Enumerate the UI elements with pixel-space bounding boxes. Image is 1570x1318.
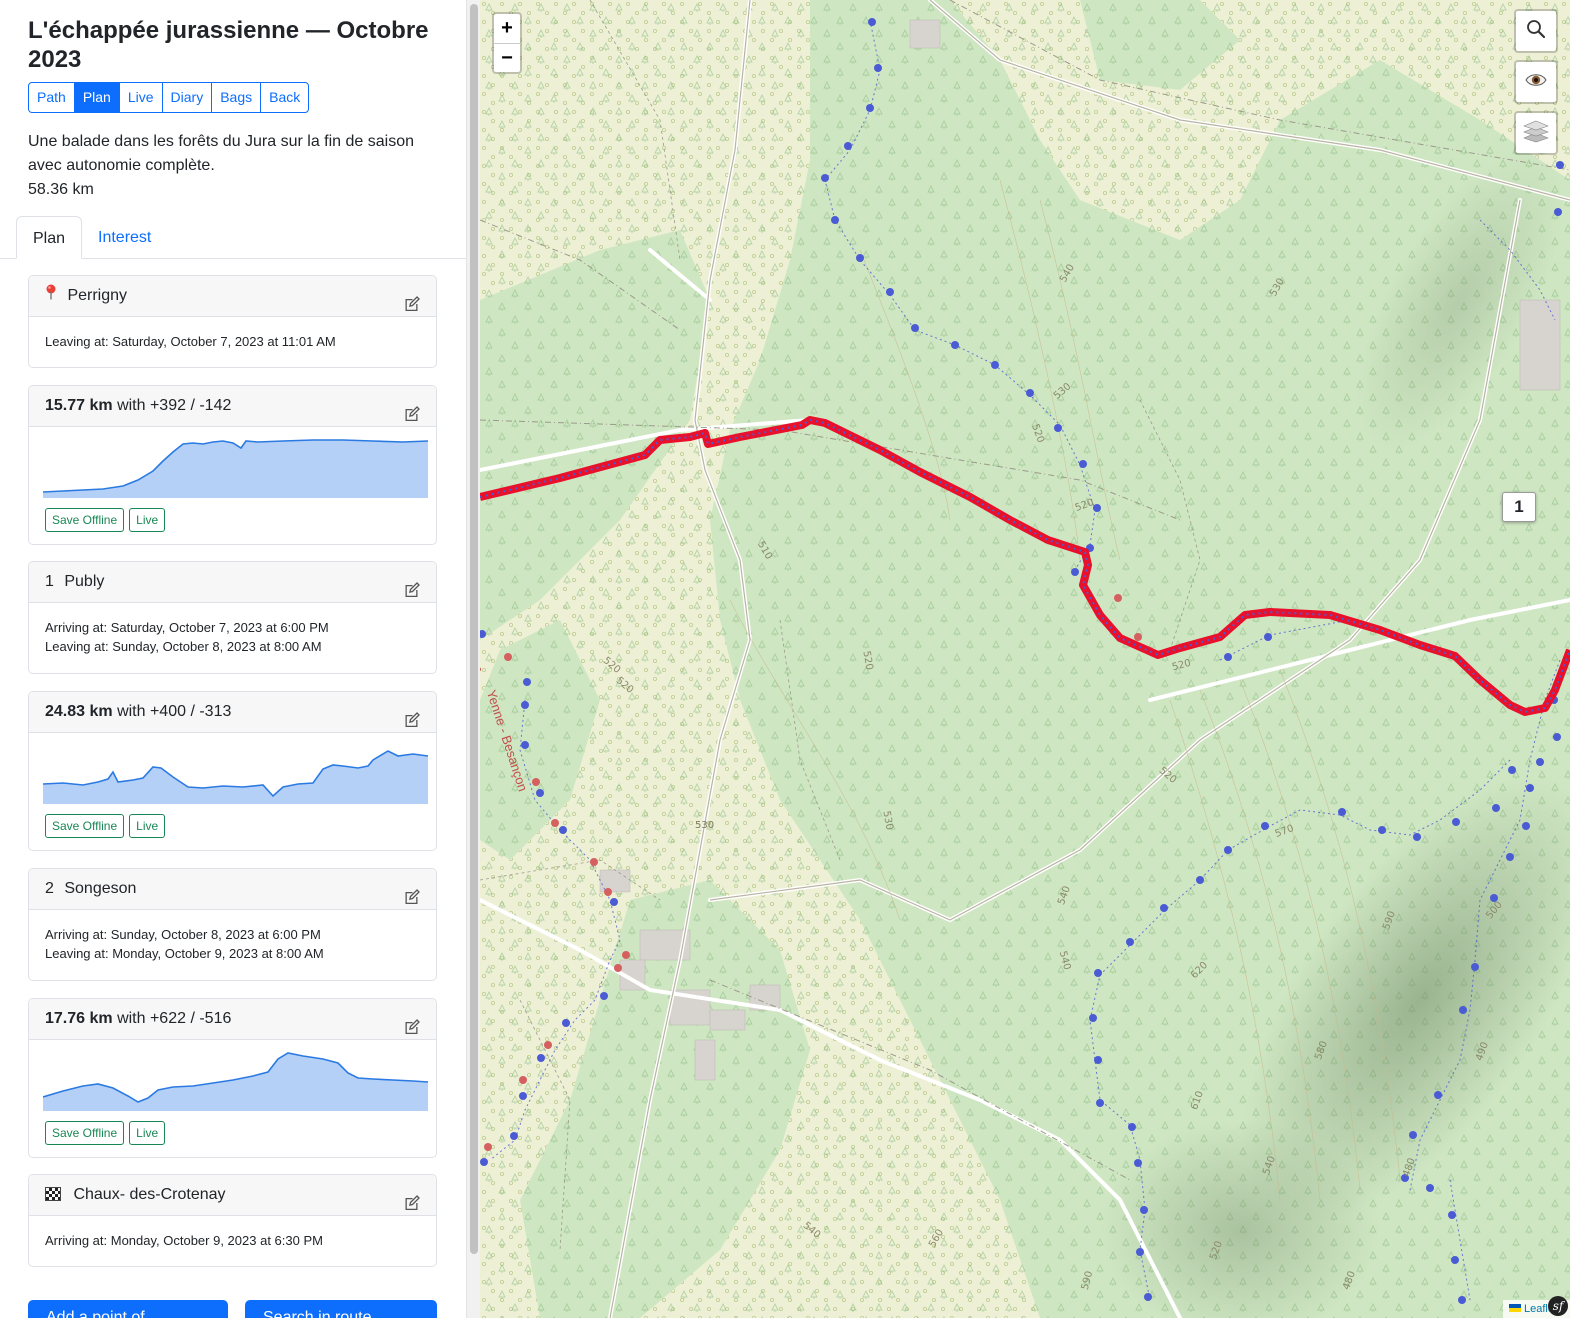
finish-name: Chaux- des-Crotenay: [73, 1186, 226, 1203]
scrollbar-thumb[interactable]: [470, 4, 478, 1254]
edit-icon[interactable]: [404, 574, 420, 597]
tab-interest[interactable]: Interest: [82, 216, 167, 259]
edit-icon[interactable]: [404, 288, 420, 311]
contour-label: 530: [695, 820, 715, 831]
sidebar-scrollbar[interactable]: [466, 0, 480, 1318]
nav-live-button[interactable]: Live: [118, 82, 163, 113]
leg-card: 17.76 km with +622 / -516 Save Offline L…: [28, 998, 437, 1158]
finish-header: Chaux- des-Crotenay: [29, 1175, 436, 1216]
leg-card: 15.77 km with +392 / -142 Save Offline L…: [28, 385, 437, 545]
nav-path-button[interactable]: Path: [28, 82, 75, 113]
stage-header: 1 Publy: [29, 562, 436, 603]
map-canvas[interactable]: [480, 0, 1570, 1318]
trip-title: L'échappée jurassienne — Octobre 2023: [28, 17, 429, 73]
stage-name: Publy: [64, 573, 105, 590]
save-offline-button[interactable]: Save Offline: [45, 814, 125, 838]
leg-header: 15.77 km with +392 / -142: [29, 386, 436, 427]
edit-icon[interactable]: [404, 704, 420, 727]
eye-icon: [1525, 72, 1547, 93]
symfony-logo-icon: sf: [1548, 1296, 1568, 1316]
stage-header: 2 Songeson: [29, 869, 436, 910]
trip-nav: Path Plan Live Diary Bags Back: [28, 82, 310, 113]
tab-plan[interactable]: Plan: [16, 216, 83, 259]
stage-card: 2 Songeson Arriving at: Sunday, October …: [28, 868, 437, 981]
stage-card: 1 Publy Arriving at: Saturday, October 7…: [28, 561, 437, 674]
stage-number: 1: [45, 573, 54, 590]
plan-tabs: Plan Interest: [0, 216, 466, 259]
start-card: Perrigny Leaving at: Saturday, October 7…: [28, 275, 437, 368]
edit-icon[interactable]: [404, 881, 420, 904]
edit-icon[interactable]: [404, 1187, 420, 1210]
map[interactable]: Yenne - Besançon con 540 530 530 520 520…: [480, 0, 1570, 1318]
zoom-out-button[interactable]: −: [494, 43, 520, 72]
visibility-button[interactable]: [1514, 60, 1558, 104]
nav-bags-button[interactable]: Bags: [211, 82, 262, 113]
stage-arriving: Arriving at: Saturday, October 7, 2023 a…: [45, 620, 329, 635]
live-button[interactable]: Live: [129, 508, 166, 532]
leg-distance: 17.76 km: [45, 1010, 113, 1027]
nav-back-button[interactable]: Back: [260, 82, 310, 113]
elevation-profile-chart: [43, 1052, 428, 1111]
leg-elevation: with +392 / -142: [117, 397, 232, 414]
search-in-route-button[interactable]: Search in route...: [245, 1300, 437, 1318]
nav-plan-button[interactable]: Plan: [73, 82, 120, 113]
save-offline-button[interactable]: Save Offline: [45, 508, 125, 532]
nav-diary-button[interactable]: Diary: [161, 82, 213, 113]
add-point-button[interactable]: Add a point of...: [28, 1300, 228, 1318]
trip-description: Une balade dans les forêts du Jura sur l…: [28, 133, 415, 174]
finish-card: Chaux- des-Crotenay Arriving at: Monday,…: [28, 1174, 437, 1267]
zoom-in-button[interactable]: +: [494, 14, 520, 43]
live-button[interactable]: Live: [129, 1121, 166, 1145]
stage-arriving: Arriving at: Sunday, October 8, 2023 at …: [45, 927, 321, 942]
stage-leaving: Leaving at: Sunday, October 8, 2023 at 8…: [45, 639, 322, 654]
stage-leaving: Leaving at: Monday, October 9, 2023 at 8…: [45, 946, 324, 961]
zoom-control: + −: [492, 12, 522, 74]
leg-elevation: with +400 / -313: [117, 703, 232, 720]
leg-distance: 24.83 km: [45, 703, 113, 720]
finish-arriving: Arriving at: Monday, October 9, 2023 at …: [45, 1233, 323, 1248]
save-offline-button[interactable]: Save Offline: [45, 1121, 125, 1145]
start-card-header: Perrigny: [29, 276, 436, 317]
search-button[interactable]: [1514, 9, 1558, 53]
start-name: Perrigny: [67, 287, 128, 304]
elevation-profile-chart: [43, 439, 428, 498]
stage-name: Songeson: [64, 880, 137, 897]
stage-number: 2: [45, 880, 54, 897]
ukraine-flag-icon: [1509, 1304, 1521, 1312]
map-pin-icon: [45, 276, 57, 316]
sidebar: L'échappée jurassienne — Octobre 2023 Pa…: [0, 0, 466, 1318]
stage-marker-label[interactable]: 1: [1502, 492, 1536, 522]
live-button[interactable]: Live: [129, 814, 166, 838]
layers-button[interactable]: [1514, 111, 1558, 155]
trip-distance: 58.36 km: [28, 181, 94, 198]
checkered-flag-icon: [45, 1187, 61, 1201]
elevation-profile-chart: [43, 750, 428, 804]
edit-icon[interactable]: [404, 1011, 420, 1034]
edit-icon[interactable]: [404, 398, 420, 421]
start-leaving: Leaving at: Saturday, October 7, 2023 at…: [45, 334, 336, 349]
search-icon: [1525, 18, 1547, 45]
leg-header: 17.76 km with +622 / -516: [29, 999, 436, 1040]
leg-elevation: with +622 / -516: [117, 1010, 232, 1027]
leg-header: 24.83 km with +400 / -313: [29, 692, 436, 733]
layers-icon: [1523, 119, 1549, 148]
leg-distance: 15.77 km: [45, 397, 113, 414]
leg-card: 24.83 km with +400 / -313 Save Offline L…: [28, 691, 437, 851]
